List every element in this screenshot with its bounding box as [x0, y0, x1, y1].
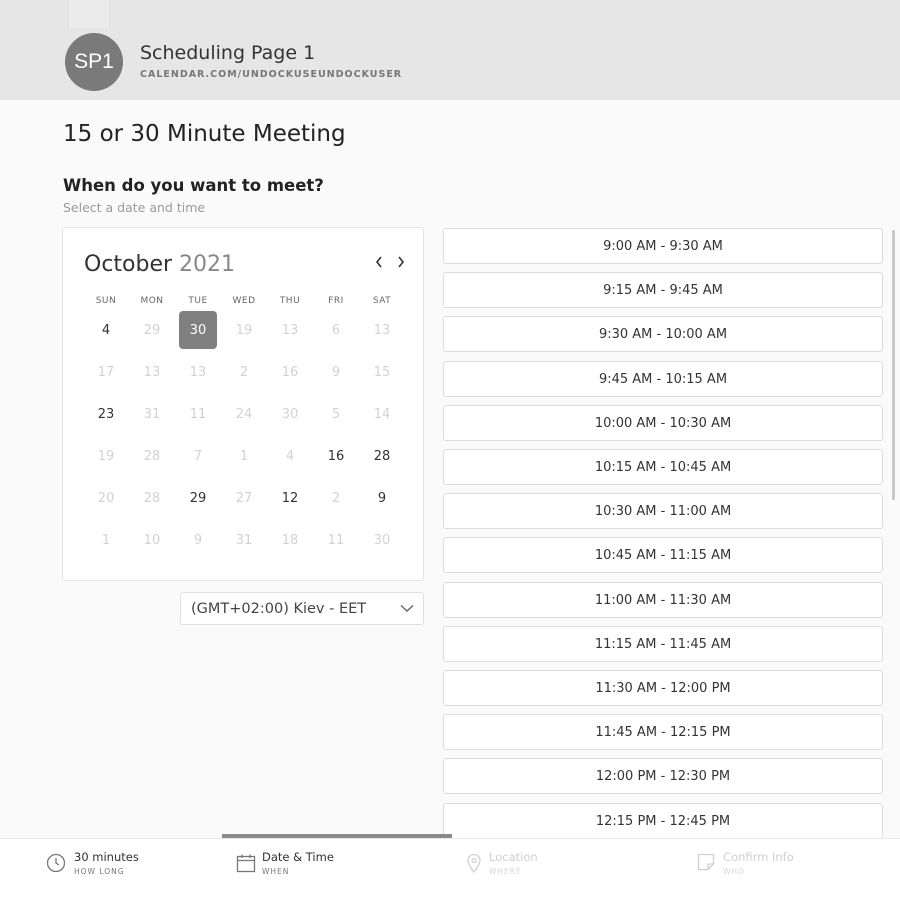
calendar-day-unavailable: 2 [331, 490, 341, 506]
calendar-icon [236, 854, 256, 873]
location-pin-icon [467, 853, 481, 873]
calendar-day-unavailable: 13 [373, 322, 391, 338]
calendar-day-unavailable: 15 [373, 364, 391, 380]
calendar-day-available[interactable]: 16 [317, 437, 355, 475]
time-slot-button[interactable]: 10:00 AM - 10:30 AM [443, 405, 883, 441]
calendar-day-available[interactable]: 29 [179, 479, 217, 517]
calendar-day-unavailable: 4 [285, 448, 295, 464]
calendar-day-unavailable: 13 [189, 364, 207, 380]
calendar-day-unavailable: 7 [193, 448, 203, 464]
calendar-day-unavailable: 9 [193, 532, 203, 548]
calendar-day-unavailable: 27 [235, 490, 253, 506]
page-header: SP1 Scheduling Page 1 CALENDAR.COM/UNDOC… [0, 0, 900, 100]
weekday-label: WED [232, 296, 256, 306]
calendar-month: October [84, 252, 173, 277]
weekday-label: MON [140, 296, 164, 306]
time-slot-button[interactable]: 12:15 PM - 12:45 PM [443, 803, 883, 839]
chevron-down-icon [400, 604, 414, 612]
calendar-month-year: October 2021 [84, 252, 235, 277]
time-slot-button[interactable]: 10:45 AM - 11:15 AM [443, 537, 883, 573]
weekday-label: THU [279, 296, 301, 306]
calendar-day-unavailable: 24 [235, 406, 253, 422]
calendar-day-available[interactable]: 28 [363, 437, 401, 475]
timezone-value: (GMT+02:00) Kiev - EET [191, 601, 367, 617]
clock-icon [46, 853, 66, 873]
time-slot-button[interactable]: 11:00 AM - 11:30 AM [443, 582, 883, 618]
calendar-day-unavailable: 19 [97, 448, 115, 464]
calendar-day-unavailable: 19 [235, 322, 253, 338]
scheduling-page-name: Scheduling Page 1 [140, 42, 316, 64]
calendar-day-unavailable: 5 [331, 406, 341, 422]
calendar-day-unavailable: 6 [331, 322, 341, 338]
step-date-time-subtitle: WHEN [262, 867, 290, 876]
calendar-day-unavailable: 31 [143, 406, 161, 422]
calendar-day-selected[interactable]: 30 [179, 311, 217, 349]
calendar-day-unavailable: 28 [143, 448, 161, 464]
calendar-day-unavailable: 18 [281, 532, 299, 548]
browser-tab-edge [68, 0, 110, 28]
step-location-title: Location [489, 850, 538, 864]
step-duration-subtitle: HOW LONG [74, 867, 125, 876]
calendar-day-available[interactable]: 12 [271, 479, 309, 517]
time-slot-button[interactable]: 9:45 AM - 10:15 AM [443, 361, 883, 397]
avatar[interactable]: SP1 [65, 33, 123, 91]
chevron-right-icon [398, 256, 405, 268]
calendar-day-unavailable: 29 [143, 322, 161, 338]
weekday-label: SAT [372, 296, 392, 306]
date-picker-calendar: October 2021 SUN MON TUE WED THU FRI SAT 4 29 30… [62, 227, 424, 581]
weekday-label: SUN [95, 296, 117, 306]
calendar-day-unavailable: 11 [189, 406, 207, 422]
calendar-year: 2021 [179, 252, 236, 277]
time-slot-button[interactable]: 11:15 AM - 11:45 AM [443, 626, 883, 662]
calendar-day-unavailable: 11 [327, 532, 345, 548]
calendar-day-unavailable: 20 [97, 490, 115, 506]
calendar-day-unavailable: 17 [97, 364, 115, 380]
calendar-day-unavailable: 28 [143, 490, 161, 506]
weekday-label: FRI [328, 296, 344, 306]
step-duration-title: 30 minutes [74, 850, 139, 864]
calendar-day-unavailable: 10 [143, 532, 161, 548]
calendar-day-available[interactable]: 9 [363, 479, 401, 517]
calendar-day-unavailable: 1 [101, 532, 111, 548]
time-slot-scrollbar[interactable] [892, 230, 895, 500]
section-subtitle: Select a date and time [63, 200, 206, 215]
calendar-day-available[interactable]: 4 [87, 311, 125, 349]
next-month-button[interactable] [396, 253, 406, 274]
step-confirm-info-title: Confirm Info [723, 850, 794, 864]
calendar-day-unavailable: 31 [235, 532, 253, 548]
time-slot-button[interactable]: 9:00 AM - 9:30 AM [443, 228, 883, 264]
weekday-label: TUE [188, 296, 208, 306]
calendar-day-unavailable: 1 [239, 448, 249, 464]
calendar-day-unavailable: 9 [331, 364, 341, 380]
time-slot-button[interactable]: 10:30 AM - 11:00 AM [443, 493, 883, 529]
step-confirm-info-subtitle: WHO [723, 867, 745, 876]
calendar-day-unavailable: 30 [373, 532, 391, 548]
step-location-subtitle: WHERE [489, 867, 522, 876]
time-slot-button[interactable]: 10:15 AM - 10:45 AM [443, 449, 883, 485]
booking-steps-footer: 30 minutes HOW LONG Date & Time WHEN Loc… [0, 838, 900, 900]
calendar-day-unavailable: 2 [239, 364, 249, 380]
calendar-day-unavailable: 14 [373, 406, 391, 422]
calendar-day-available[interactable]: 23 [87, 395, 125, 433]
time-slot-button[interactable]: 11:45 AM - 12:15 PM [443, 714, 883, 750]
step-date-time-title: Date & Time [262, 850, 334, 864]
time-slot-button[interactable]: 12:00 PM - 12:30 PM [443, 758, 883, 794]
calendar-day-unavailable: 30 [281, 406, 299, 422]
calendar-day-unavailable: 13 [281, 322, 299, 338]
time-slot-button[interactable]: 11:30 AM - 12:00 PM [443, 670, 883, 706]
time-slot-button[interactable]: 9:30 AM - 10:00 AM [443, 316, 883, 352]
chevron-left-icon [375, 256, 382, 268]
timezone-select[interactable]: (GMT+02:00) Kiev - EET [180, 592, 424, 625]
previous-month-button[interactable] [374, 253, 384, 274]
scheduling-page-url[interactable]: CALENDAR.COM/UNDOCKUSEUNDOCKUSER [140, 69, 402, 80]
calendar-day-unavailable: 13 [143, 364, 161, 380]
note-icon [697, 853, 715, 871]
section-heading: When do you want to meet? [63, 176, 324, 195]
calendar-day-unavailable: 16 [281, 364, 299, 380]
time-slot-button[interactable]: 9:15 AM - 9:45 AM [443, 272, 883, 308]
meeting-title: 15 or 30 Minute Meeting [63, 121, 346, 147]
